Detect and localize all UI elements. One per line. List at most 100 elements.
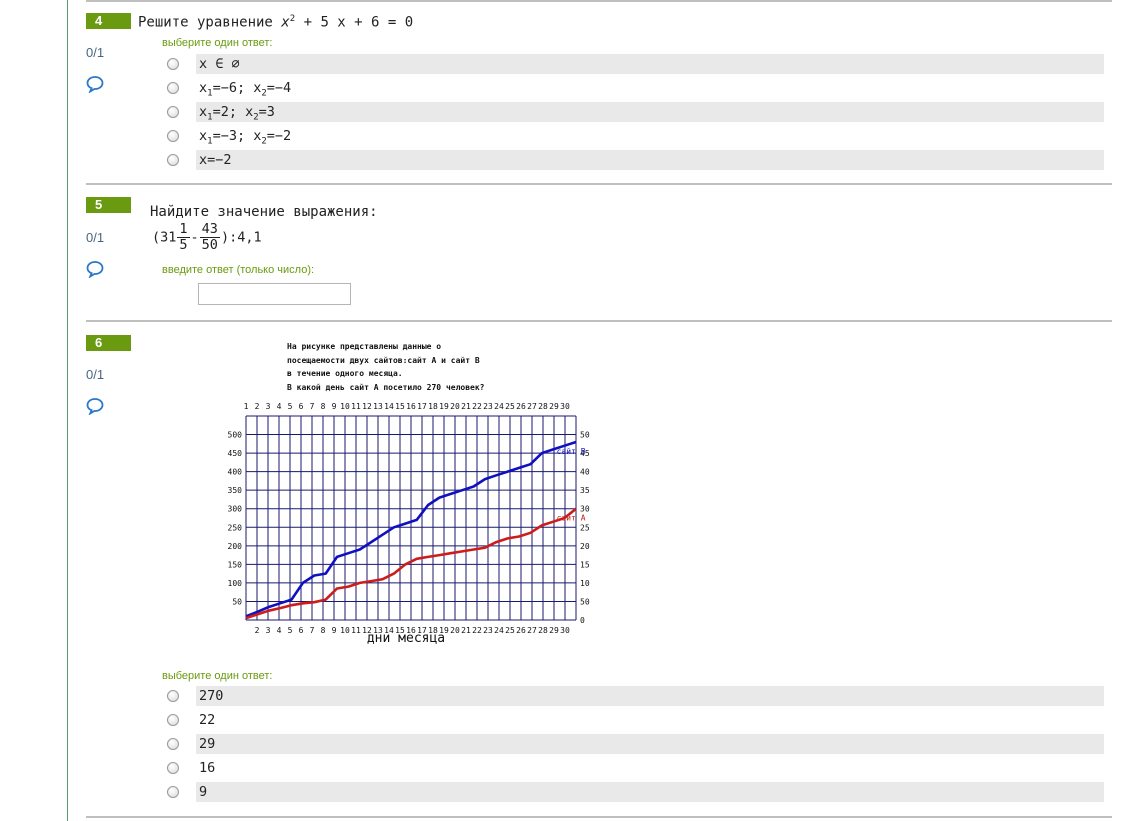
chart-caption: На рисунке представлены данные о посещае… xyxy=(287,342,485,392)
radio-button[interactable] xyxy=(167,714,179,726)
x-tick-label-bottom: 11 xyxy=(351,626,361,635)
question-score-5: 0/1 xyxy=(86,230,105,245)
x-tick-label-top: 11 xyxy=(351,402,361,411)
x-tick-label-bottom: 20 xyxy=(450,626,460,635)
radio-button[interactable] xyxy=(167,58,179,70)
y-tick-label-left: 500 xyxy=(228,431,243,440)
comment-icon[interactable] xyxy=(86,397,104,415)
x-tick-label-top: 7 xyxy=(310,402,315,411)
question-number-6: 6 xyxy=(86,335,131,351)
y-tick-label-right: 350 xyxy=(580,486,590,495)
visits-chart: 1 2 3 4 5 6 7 8 9 10 11 12 13 14 15 16 17 18 19 20 21 22 23 24 2… xyxy=(228,402,590,646)
x-tick-label-bottom: 22 xyxy=(472,626,482,635)
x-tick-label-top: 26 xyxy=(516,402,526,411)
x-tick-label-top: 3 xyxy=(266,402,271,411)
x-tick-label-bottom: 23 xyxy=(483,626,493,635)
x-tick-label-top: 19 xyxy=(439,402,449,411)
y-tick-label-left: 250 xyxy=(228,523,243,532)
x-tick-label-top: 24 xyxy=(494,402,504,411)
y-tick-label-right: 300 xyxy=(580,505,590,514)
question-score-4: 0/1 xyxy=(86,45,105,60)
x-tick-label-top: 10 xyxy=(340,402,350,411)
chart-left-y-ticks: 500 450 400 350 300 250 200 150 100 50 xyxy=(228,431,243,607)
y-tick-label-left: 450 xyxy=(228,449,243,458)
chart-right-y-ticks: 500450400350300250200150100500 xyxy=(580,431,590,625)
q6-option-2[interactable]: 22 xyxy=(160,710,1104,730)
x-tick-label-bottom: 7 xyxy=(310,626,315,635)
question-score-6: 0/1 xyxy=(86,367,105,382)
divider xyxy=(86,183,1112,185)
x-tick-label-top: 2 xyxy=(255,402,260,411)
x-tick-label-bottom: 10 xyxy=(340,626,350,635)
x-tick-label-top: 23 xyxy=(483,402,493,411)
x-tick-label-bottom: 4 xyxy=(277,626,282,635)
y-tick-label-left: 400 xyxy=(228,468,243,477)
y-tick-label-right: 500 xyxy=(580,431,590,440)
left-border-line xyxy=(67,0,68,821)
x-tick-label-bottom: 2 xyxy=(255,626,260,635)
x-tick-label-bottom: 30 xyxy=(560,626,570,635)
q4-option-1[interactable]: x ∈ ∅ xyxy=(160,54,1104,74)
y-tick-label-left: 50 xyxy=(232,597,242,606)
x-tick-label-top: 6 xyxy=(299,402,304,411)
option-label: 9 xyxy=(196,782,1104,802)
x-tick-label-top: 22 xyxy=(472,402,482,411)
radio-button[interactable] xyxy=(167,106,179,118)
chart-x-label: дни месяца xyxy=(367,631,445,646)
option-label: 16 xyxy=(199,760,216,776)
y-tick-label-right: 0 xyxy=(580,616,585,625)
radio-button[interactable] xyxy=(167,130,179,142)
comment-icon[interactable] xyxy=(86,260,104,278)
x-tick-label-bottom: 28 xyxy=(538,626,548,635)
question-prompt: Решите уравнение xyxy=(138,14,282,31)
x-tick-label-bottom: 3 xyxy=(266,626,271,635)
x-tick-label-top: 25 xyxy=(505,402,515,411)
y-tick-label-left: 200 xyxy=(228,542,243,551)
answer-input[interactable] xyxy=(198,283,351,305)
x-tick-label-bottom: 26 xyxy=(516,626,526,635)
x-tick-label-bottom: 29 xyxy=(549,626,559,635)
option-label: x=−2 xyxy=(196,150,1104,170)
equation-rest: + 5 x + 6 = 0 xyxy=(295,14,414,31)
radio-button[interactable] xyxy=(167,82,179,94)
radio-button[interactable] xyxy=(167,738,179,750)
q4-option-4[interactable]: x1=−3; x2=−2 xyxy=(160,126,1104,147)
q6-option-1[interactable]: 270 xyxy=(160,686,1104,706)
divider xyxy=(86,320,1112,322)
y-tick-label-right: 200 xyxy=(580,542,590,551)
q6-option-4[interactable]: 16 xyxy=(160,758,1104,778)
radio-button[interactable] xyxy=(167,154,179,166)
y-tick-label-left: 350 xyxy=(228,486,243,495)
x-tick-label-top: 12 xyxy=(362,402,372,411)
answer-hint-6: выберите один ответ: xyxy=(162,670,273,682)
question-text-4: Решите уравнение x2 + 5 x + 6 = 0 xyxy=(138,14,413,31)
option-label: x1=−6; x2=−4 xyxy=(199,80,292,99)
question-number-5: 5 xyxy=(86,197,131,213)
x-tick-label-top: 17 xyxy=(417,402,427,411)
x-tick-label-top: 8 xyxy=(321,402,326,411)
y-tick-label-left: 300 xyxy=(228,505,243,514)
radio-button[interactable] xyxy=(167,762,179,774)
q6-option-5[interactable]: 9 xyxy=(160,782,1104,802)
x-tick-label-top: 27 xyxy=(527,402,537,411)
option-label: 270 xyxy=(196,686,1104,706)
q4-option-2[interactable]: x1=−6; x2=−4 xyxy=(160,78,1104,99)
series-label: сайт А xyxy=(557,514,586,523)
x-tick-label-bottom: 27 xyxy=(527,626,537,635)
x-tick-label-bottom: 5 xyxy=(288,626,293,635)
x-tick-label-top: 16 xyxy=(406,402,416,411)
comment-icon[interactable] xyxy=(86,75,104,93)
q4-option-5[interactable]: x=−2 xyxy=(160,150,1104,170)
q6-option-3[interactable]: 29 xyxy=(160,734,1104,754)
x-tick-label-top: 15 xyxy=(395,402,405,411)
q4-option-3[interactable]: x1=2; x2=3 xyxy=(160,102,1104,123)
x-tick-label-bottom: 6 xyxy=(299,626,304,635)
fraction-1: 15 xyxy=(177,221,190,253)
y-tick-label-right: 250 xyxy=(580,523,590,532)
answer-hint-4: выберите один ответ: xyxy=(162,37,273,49)
radio-button[interactable] xyxy=(167,786,179,798)
x-tick-label-top: 18 xyxy=(428,402,438,411)
x-tick-label-top: 1 xyxy=(244,402,249,411)
radio-button[interactable] xyxy=(167,690,179,702)
x-tick-label-top: 4 xyxy=(277,402,282,411)
